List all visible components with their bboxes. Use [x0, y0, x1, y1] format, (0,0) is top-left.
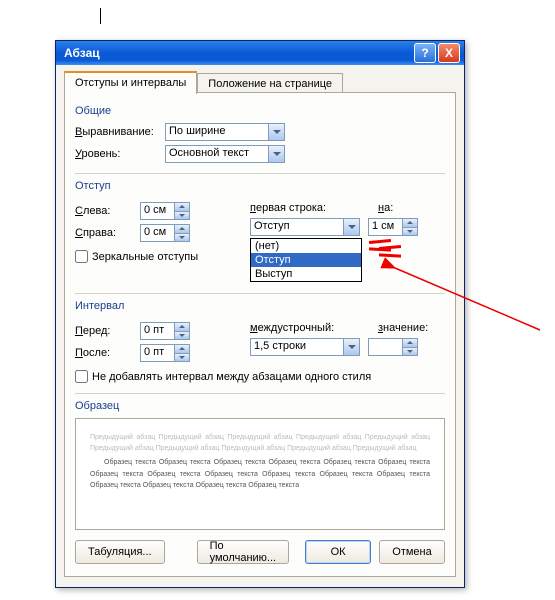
spin-up-icon[interactable] [403, 219, 417, 227]
tab-strip: Отступы и интервалы Положение на страниц… [64, 71, 456, 93]
tab-page-position[interactable]: Положение на странице [197, 73, 343, 93]
linespacing-at-spinner[interactable] [368, 338, 418, 356]
spin-down-icon[interactable] [175, 331, 189, 340]
spin-up-icon[interactable] [403, 339, 417, 347]
option-hanging[interactable]: Выступ [251, 267, 361, 281]
paragraph-dialog: Абзац ? X Отступы и интервалы Положение … [55, 40, 465, 588]
tabs-button[interactable]: Табуляция... [75, 540, 165, 564]
space-before-spinner[interactable]: 0 пт [140, 322, 190, 340]
no-space-same-style-checkbox[interactable] [75, 370, 88, 383]
tab-panel: Общие Выравнивание: По ширине Уровень: О… [64, 92, 456, 577]
dialog-title: Абзац [64, 46, 412, 60]
linespacing-combo[interactable]: 1,5 строки [250, 338, 360, 356]
firstline-combo[interactable]: Отступ [250, 218, 360, 236]
firstline-by-spinner[interactable]: 1 см [368, 218, 418, 236]
set-default-button[interactable]: По умолчанию... [197, 540, 289, 564]
spin-down-icon[interactable] [403, 347, 417, 356]
tab-indents-spacing[interactable]: Отступы и интервалы [64, 71, 197, 94]
indent-right-label: Справа: [75, 227, 140, 239]
no-space-same-style-label: Не добавлять интервал между абзацами одн… [92, 371, 371, 383]
spin-up-icon[interactable] [175, 323, 189, 331]
mirror-indents-label: Зеркальные отступы [92, 251, 198, 263]
chevron-down-icon[interactable] [268, 124, 284, 140]
spin-down-icon[interactable] [403, 227, 417, 236]
option-firstline[interactable]: Отступ [251, 253, 361, 267]
linespacing-at-label: значение: [378, 322, 428, 334]
group-spacing: Интервал [75, 300, 445, 312]
chevron-down-icon[interactable] [268, 146, 284, 162]
spin-up-icon[interactable] [175, 203, 189, 211]
spin-down-icon[interactable] [175, 211, 189, 220]
spin-down-icon[interactable] [175, 233, 189, 242]
indent-left-spinner[interactable]: 0 см [140, 202, 190, 220]
cancel-button[interactable]: Отмена [379, 540, 445, 564]
text-cursor [100, 8, 101, 24]
chevron-down-icon[interactable] [343, 219, 359, 235]
linespacing-label: междустрочный: [250, 322, 370, 334]
outline-level-combo[interactable]: Основной текст [165, 145, 285, 163]
firstline-by-label: на: [378, 202, 393, 214]
space-after-label: После: [75, 347, 140, 359]
indent-right-spinner[interactable]: 0 см [140, 224, 190, 242]
preview-box: Предыдущий абзац Предыдущий абзац Предыд… [75, 418, 445, 530]
group-general: Общие [75, 105, 445, 117]
indent-left-label: Слева: [75, 205, 140, 217]
group-indent: Отступ [75, 180, 445, 192]
alignment-label: Выравнивание: [75, 126, 165, 138]
space-after-spinner[interactable]: 0 пт [140, 344, 190, 362]
option-none[interactable]: (нет) [251, 239, 361, 253]
annotation-scribble [379, 246, 401, 264]
firstline-label: первая строка: [250, 202, 370, 214]
group-preview: Образец [75, 400, 445, 412]
firstline-dropdown-list[interactable]: (нет) Отступ Выступ [250, 238, 362, 282]
spin-up-icon[interactable] [175, 345, 189, 353]
help-button[interactable]: ? [414, 43, 436, 63]
close-button[interactable]: X [438, 43, 460, 63]
spin-down-icon[interactable] [175, 353, 189, 362]
ok-button[interactable]: ОК [305, 540, 371, 564]
chevron-down-icon[interactable] [343, 339, 359, 355]
mirror-indents-checkbox[interactable] [75, 250, 88, 263]
spin-up-icon[interactable] [175, 225, 189, 233]
alignment-combo[interactable]: По ширине [165, 123, 285, 141]
titlebar[interactable]: Абзац ? X [56, 41, 464, 65]
space-before-label: Перед: [75, 325, 140, 337]
outline-level-label: Уровень: [75, 148, 165, 160]
